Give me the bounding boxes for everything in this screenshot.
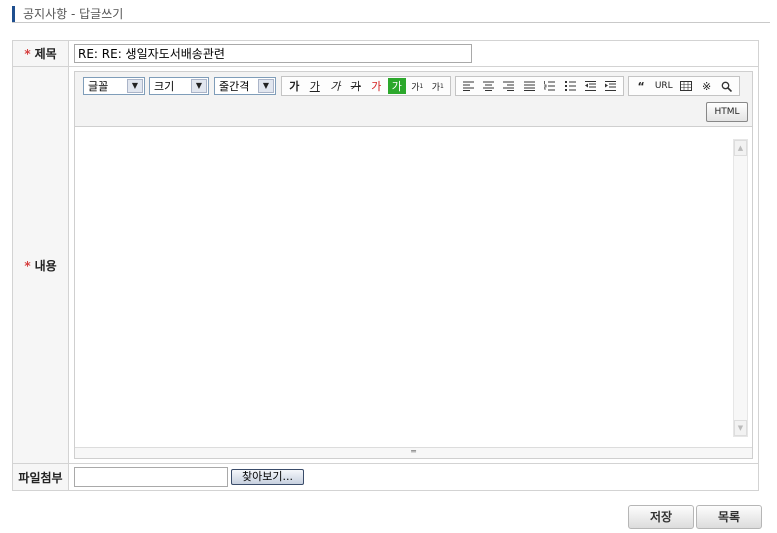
superscript-label: 가 bbox=[411, 82, 420, 93]
subscript-label: 가 bbox=[431, 82, 440, 93]
paragraph-format-group bbox=[455, 76, 624, 96]
browse-button[interactable]: 찾아보기... bbox=[231, 469, 304, 485]
line-height-select-value: 줄간격 bbox=[219, 80, 250, 93]
indent-icon[interactable] bbox=[602, 78, 620, 94]
editor-scrollbar[interactable]: ▲ ▼ bbox=[733, 139, 748, 437]
strikethrough-button[interactable]: 가 bbox=[347, 78, 366, 94]
subject-row: * 제목 bbox=[12, 40, 759, 67]
superscript-button[interactable]: 가1 bbox=[408, 78, 427, 94]
font-select[interactable]: 글꼴 ▼ bbox=[83, 77, 145, 95]
list-button[interactable]: 목록 bbox=[696, 505, 762, 529]
subject-label-cell: * 제목 bbox=[12, 40, 69, 67]
required-mark: * bbox=[24, 47, 31, 61]
subject-input[interactable] bbox=[74, 44, 472, 63]
scroll-up-icon[interactable]: ▲ bbox=[734, 140, 747, 156]
title-divider bbox=[12, 22, 770, 23]
required-mark: * bbox=[24, 258, 31, 273]
underline-button[interactable]: 가 bbox=[306, 78, 325, 94]
editor-cell: 글꼴 ▼ 크기 ▼ 줄간격 ▼ 가 가 가 가 가 가 가 1 가 1 “ UR… bbox=[68, 66, 759, 464]
content-row: * 내용 글꼴 ▼ 크기 ▼ 줄간격 ▼ 가 가 가 가 가 가 가 1 가 1… bbox=[12, 66, 759, 464]
italic-button[interactable]: 가 bbox=[326, 78, 345, 94]
attachment-label: 파일첨부 bbox=[18, 470, 63, 485]
font-color-button[interactable]: 가 bbox=[367, 78, 386, 94]
text-format-group: 가 가 가 가 가 가 가1 가1 bbox=[281, 76, 451, 96]
bold-button[interactable]: 가 bbox=[285, 78, 304, 94]
insert-group: “ URL ※ bbox=[628, 76, 740, 96]
editor-content-area[interactable]: ▲ ▼ bbox=[75, 127, 752, 447]
attachment-row: 파일첨부 찾아보기... bbox=[12, 463, 759, 491]
link-url-button[interactable]: URL bbox=[652, 78, 675, 94]
html-mode-button[interactable]: HTML bbox=[706, 102, 748, 122]
numbered-list-icon[interactable] bbox=[541, 78, 559, 94]
subject-field-cell bbox=[68, 40, 759, 67]
special-char-icon[interactable]: ※ bbox=[698, 78, 716, 94]
align-left-icon[interactable] bbox=[459, 78, 477, 94]
content-label-cell: * 내용 bbox=[12, 66, 69, 464]
scroll-down-icon[interactable]: ▼ bbox=[734, 420, 747, 436]
align-justify-icon[interactable] bbox=[520, 78, 538, 94]
bullet-list-icon[interactable] bbox=[561, 78, 579, 94]
chevron-down-icon: ▼ bbox=[258, 79, 274, 93]
size-select[interactable]: 크기 ▼ bbox=[149, 77, 209, 95]
content-label: 내용 bbox=[34, 258, 57, 273]
rich-text-editor: 글꼴 ▼ 크기 ▼ 줄간격 ▼ 가 가 가 가 가 가 가 1 가 1 “ UR… bbox=[74, 71, 753, 459]
size-select-value: 크기 bbox=[154, 80, 175, 93]
file-path-input[interactable] bbox=[74, 467, 228, 487]
save-button[interactable]: 저장 bbox=[628, 505, 694, 529]
subscript-button[interactable]: 가1 bbox=[429, 78, 448, 94]
align-right-icon[interactable] bbox=[500, 78, 518, 94]
blockquote-icon[interactable]: “ bbox=[632, 78, 650, 94]
editor-toolbar: 글꼴 ▼ 크기 ▼ 줄간격 ▼ 가 가 가 가 가 가 가 1 가 1 “ UR… bbox=[75, 72, 752, 127]
highlight-color-button[interactable]: 가 bbox=[387, 78, 406, 94]
font-select-value: 글꼴 bbox=[88, 80, 109, 93]
outdent-icon[interactable] bbox=[581, 78, 599, 94]
chevron-down-icon: ▼ bbox=[127, 79, 143, 93]
table-icon[interactable] bbox=[677, 78, 695, 94]
align-center-icon[interactable] bbox=[479, 78, 497, 94]
reply-form: *제목 *내용 글꼴 ▼ 크기 ▼ 줄간 bbox=[12, 40, 759, 491]
attachment-label-cell: 파일첨부 bbox=[12, 463, 69, 491]
attachment-field-cell: 찾아보기... bbox=[68, 463, 759, 491]
page-title: 공지사항 - 답글쓰기 bbox=[12, 6, 123, 22]
editor-resize-handle[interactable]: ═ bbox=[75, 447, 752, 458]
line-height-select[interactable]: 줄간격 ▼ bbox=[214, 77, 276, 95]
chevron-down-icon: ▼ bbox=[191, 79, 207, 93]
subject-label: 제목 bbox=[34, 47, 57, 61]
search-icon[interactable] bbox=[718, 78, 736, 94]
